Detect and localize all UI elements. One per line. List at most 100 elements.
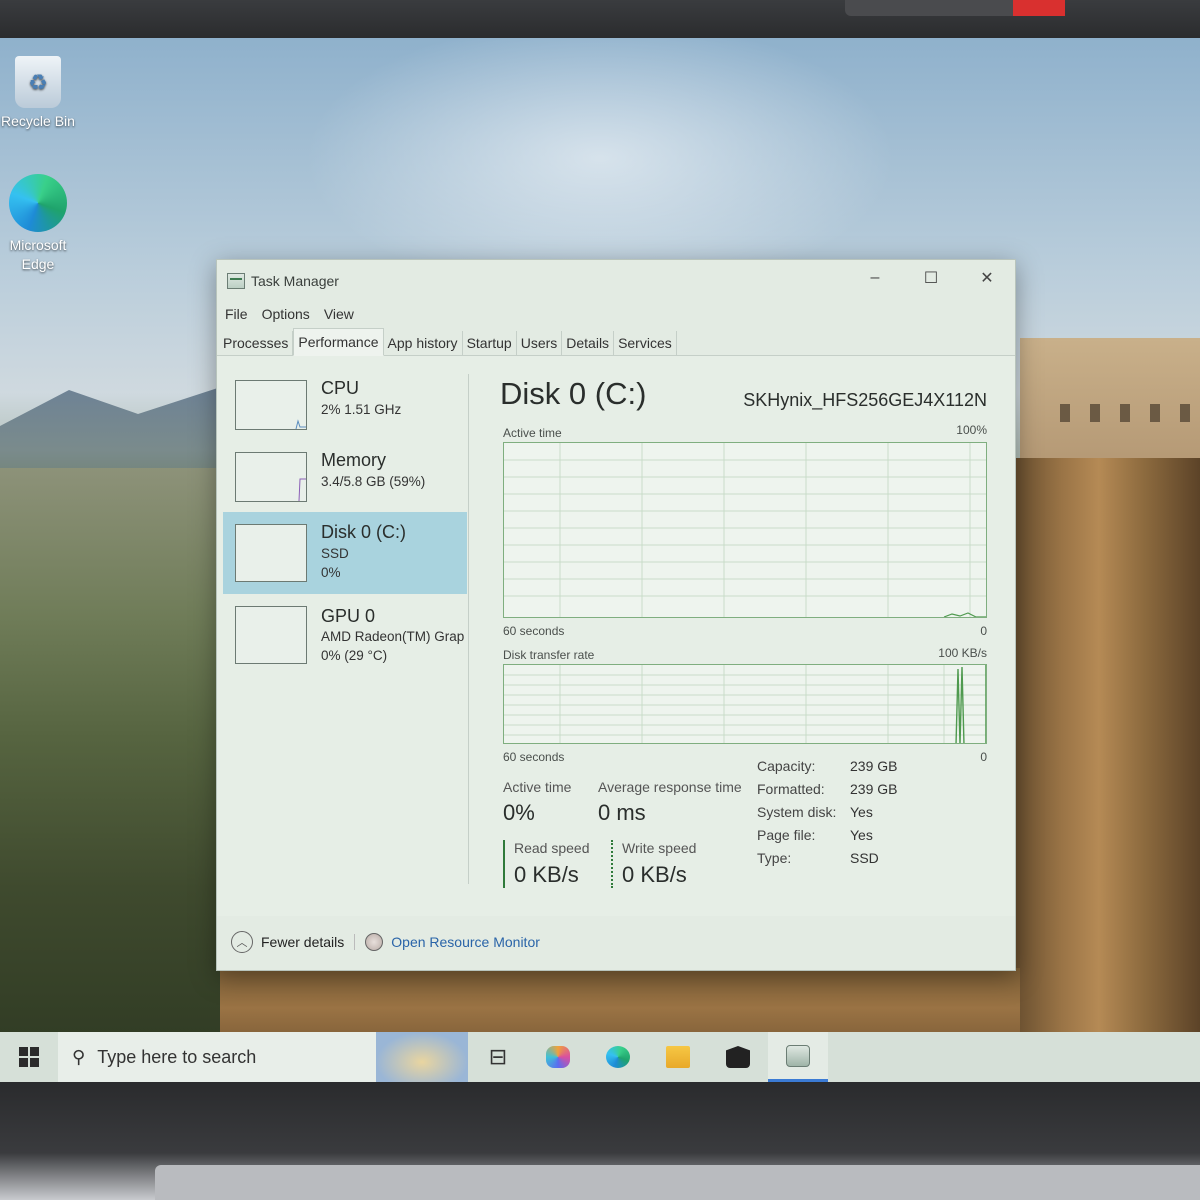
graph-min-label: 0 xyxy=(980,624,987,638)
write-speed-indicator xyxy=(611,840,613,888)
resource-value: 0% (29 °C) xyxy=(321,648,388,663)
wallpaper-building xyxy=(1020,338,1200,468)
window-title: Task Manager xyxy=(251,273,339,289)
resource-list: CPU 2% 1.51 GHz Memory 3.4/5.8 GB (59%) … xyxy=(223,374,469,884)
disk-properties: Capacity: 239 GB Formatted: 239 GB System … xyxy=(757,758,897,873)
start-button[interactable] xyxy=(0,1032,58,1082)
write-speed-value: 0 KB/s xyxy=(622,862,687,887)
resource-title: Memory xyxy=(321,450,387,470)
webcam-strip xyxy=(845,0,1065,16)
write-speed-label: Write speed xyxy=(622,840,697,856)
active-time-label: Active time xyxy=(503,779,572,795)
tab-strip: Processes Performance App history Startu… xyxy=(217,328,1015,356)
search-placeholder: Type here to search xyxy=(97,1046,257,1067)
tab-details[interactable]: Details xyxy=(562,331,615,355)
task-manager-taskbar-icon[interactable] xyxy=(768,1032,828,1082)
resource-item-cpu[interactable]: CPU 2% 1.51 GHz xyxy=(223,374,467,456)
resource-subtitle: 2% 1.51 GHz xyxy=(321,402,402,417)
memory-mini-graph-line xyxy=(298,478,306,502)
monitor-bezel-top xyxy=(0,0,1200,40)
property-value: SSD xyxy=(850,850,879,866)
taskbar-search[interactable]: ⚲ Type here to search xyxy=(58,1032,468,1082)
desktop-icon-label: Microsoft Edge xyxy=(9,237,67,272)
tab-services[interactable]: Services xyxy=(614,331,677,355)
menu-file[interactable]: File xyxy=(225,306,248,322)
desktop-icon-recycle-bin[interactable]: ♻ Recycle Bin xyxy=(0,56,76,131)
read-speed-value: 0 KB/s xyxy=(514,862,579,887)
menu-bar: File Options View xyxy=(217,302,1015,326)
edge-taskbar-icon[interactable] xyxy=(588,1032,648,1082)
gpu-mini-graph xyxy=(235,606,307,664)
property-value: 239 GB xyxy=(850,781,898,797)
tab-users[interactable]: Users xyxy=(517,331,563,355)
windows-logo-icon xyxy=(19,1047,39,1067)
active-time-value: 0% xyxy=(503,800,535,825)
resource-title: Disk 0 (C:) xyxy=(321,522,406,542)
recycle-bin-icon: ♻ xyxy=(15,56,61,108)
graph-label: Disk transfer rate xyxy=(503,648,595,662)
property-key: System disk: xyxy=(757,804,837,820)
disk-mini-graph xyxy=(235,524,307,582)
resource-title: GPU 0 xyxy=(321,606,376,626)
memory-mini-graph xyxy=(235,452,307,502)
performance-pane: CPU 2% 1.51 GHz Memory 3.4/5.8 GB (59%) … xyxy=(217,356,1015,916)
desktop-icon-label: Recycle Bin xyxy=(1,113,75,129)
graph-label: Active time xyxy=(503,426,562,440)
maximize-button[interactable]: ☐ xyxy=(903,260,959,296)
task-view-icon[interactable]: ⊟ xyxy=(468,1032,528,1082)
property-key: Capacity: xyxy=(757,758,816,774)
mail-icon[interactable] xyxy=(708,1032,768,1082)
property-value: Yes xyxy=(850,827,873,843)
menu-options[interactable]: Options xyxy=(262,306,310,322)
wallpaper-valley xyxy=(0,468,230,1068)
read-speed-label: Read speed xyxy=(514,840,590,856)
cpu-mini-graph-line xyxy=(295,419,306,430)
task-manager-window: Task Manager – ☐ ✕ File Options View Pro… xyxy=(216,259,1016,971)
property-value: 239 GB xyxy=(850,758,898,774)
tab-startup[interactable]: Startup xyxy=(463,331,517,355)
minimize-button[interactable]: – xyxy=(847,260,903,296)
resource-subtitle: 3.4/5.8 GB (59%) xyxy=(321,474,426,489)
camera-indicator xyxy=(1013,0,1065,16)
fewer-details-button[interactable]: Fewer details xyxy=(261,934,344,950)
transfer-rate-grid xyxy=(504,665,986,743)
task-manager-icon xyxy=(227,273,245,289)
property-row: Formatted: 239 GB xyxy=(757,781,897,804)
resource-subtitle: SSD xyxy=(321,546,349,561)
graph-max-label: 100% xyxy=(956,423,987,437)
tab-performance[interactable]: Performance xyxy=(293,328,384,356)
active-time-graph xyxy=(503,442,987,618)
search-icon: ⚲ xyxy=(72,1046,86,1067)
property-row: Type: SSD xyxy=(757,850,897,873)
property-key: Page file: xyxy=(757,827,816,843)
property-value: Yes xyxy=(850,804,873,820)
file-explorer-icon[interactable] xyxy=(648,1032,708,1082)
graph-max-label: 100 KB/s xyxy=(938,646,987,660)
open-resource-monitor-link[interactable]: Open Resource Monitor xyxy=(391,934,540,950)
tab-app-history[interactable]: App history xyxy=(384,331,463,355)
resource-item-disk[interactable]: Disk 0 (C:) SSD 0% xyxy=(223,512,467,594)
avg-response-label: Average response time xyxy=(598,779,742,795)
read-speed-indicator xyxy=(503,840,505,888)
property-key: Formatted: xyxy=(757,781,825,797)
resource-item-gpu[interactable]: GPU 0 AMD Radeon(TM) Grap 0% (29 °C) xyxy=(223,602,467,684)
avg-response-value: 0 ms xyxy=(598,800,646,825)
title-bar[interactable]: Task Manager – ☐ ✕ xyxy=(217,260,1015,302)
disk-model: SKHynix_HFS256GEJ4X112N xyxy=(743,390,987,410)
transfer-rate-graph xyxy=(503,664,987,744)
tab-processes[interactable]: Processes xyxy=(219,331,294,355)
property-row: Capacity: 239 GB xyxy=(757,758,897,781)
cpu-mini-graph xyxy=(235,380,307,430)
copilot-icon[interactable] xyxy=(528,1032,588,1082)
menu-view[interactable]: View xyxy=(324,306,354,322)
resource-title: CPU xyxy=(321,378,360,398)
footer-bar: ︿ Fewer details Open Resource Monitor xyxy=(217,914,1015,970)
chevron-up-icon[interactable]: ︿ xyxy=(231,931,253,953)
resource-subtitle: AMD Radeon(TM) Grap xyxy=(321,629,465,644)
close-button[interactable]: ✕ xyxy=(959,260,1015,296)
graph-time-label: 60 seconds xyxy=(503,624,565,638)
taskbar: ⚲ Type here to search ⊟ xyxy=(0,1032,1200,1082)
resource-monitor-icon xyxy=(365,933,384,951)
desktop-icon-edge[interactable]: Microsoft Edge xyxy=(0,174,76,274)
property-row: Page file: Yes xyxy=(757,827,897,850)
